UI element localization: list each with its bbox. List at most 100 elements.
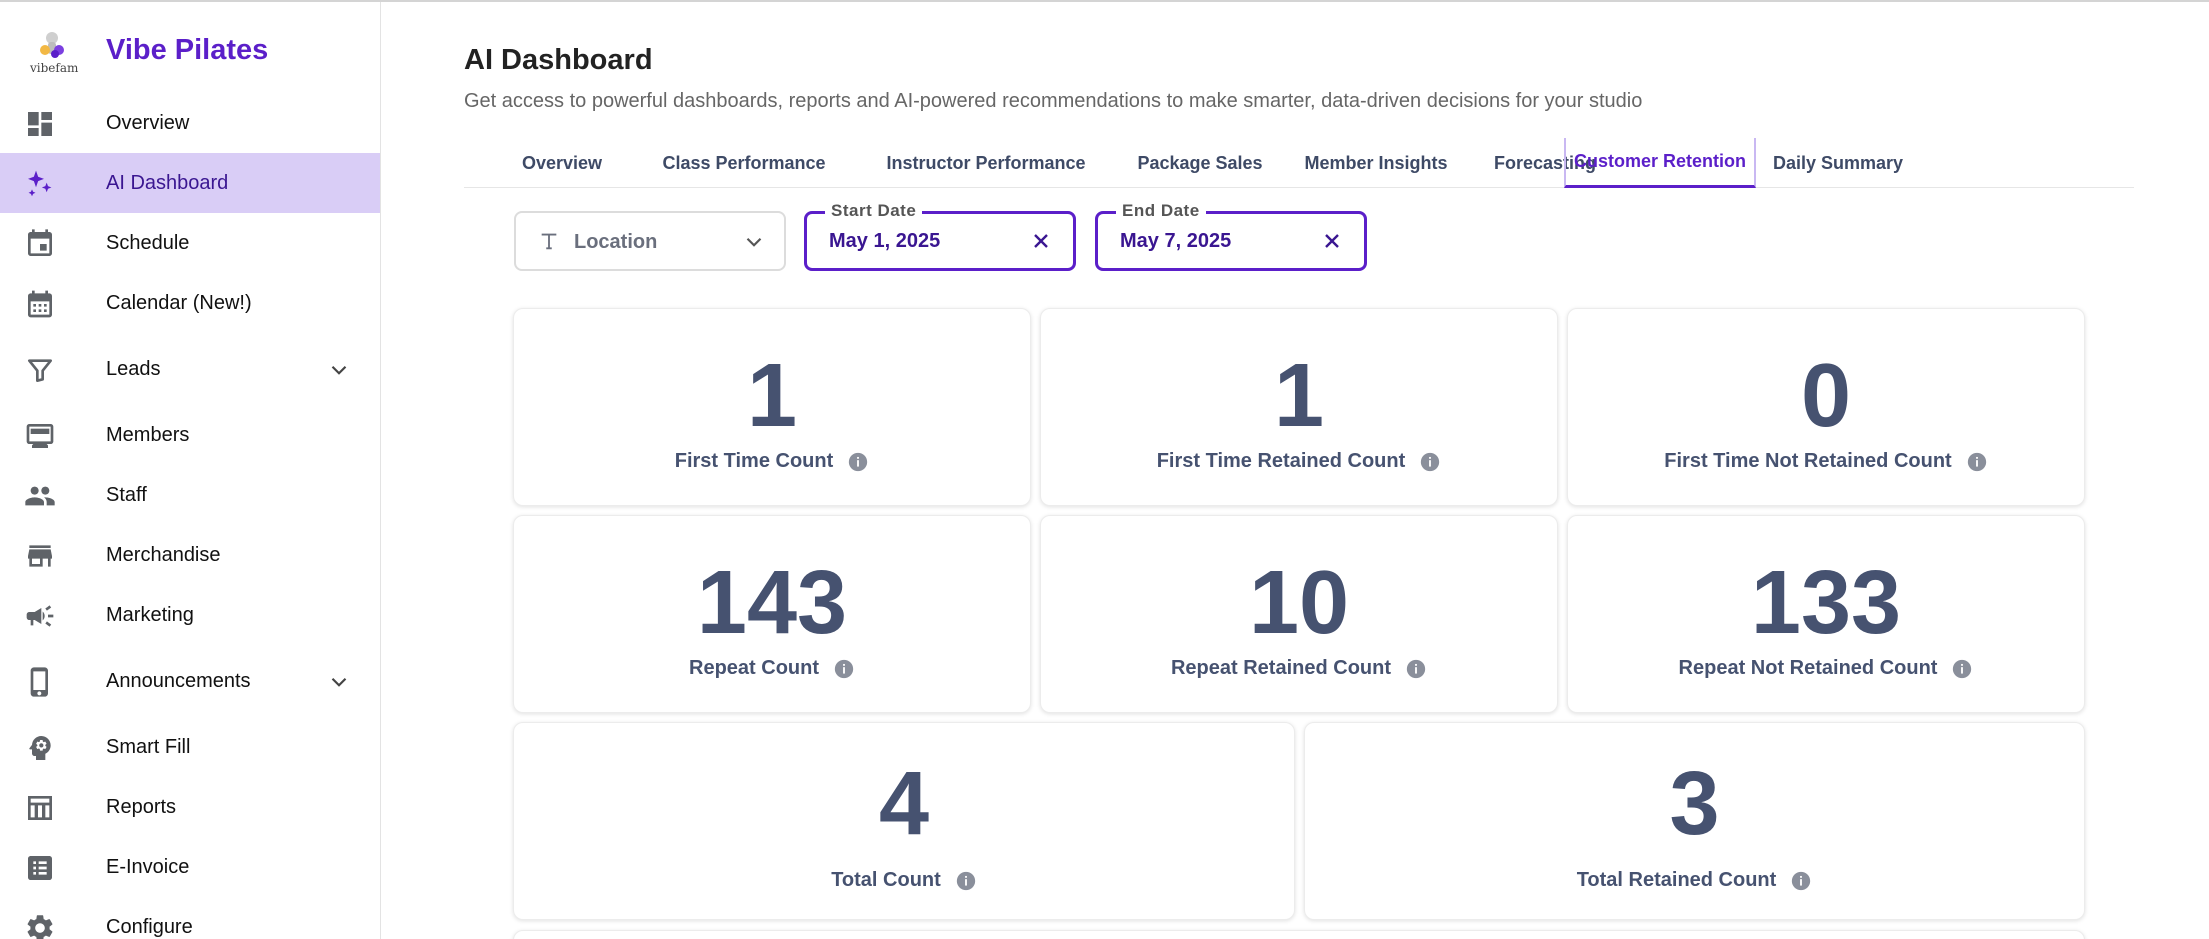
metric-value: 133 bbox=[1750, 553, 1902, 653]
calendar-event-icon bbox=[24, 228, 56, 260]
info-icon[interactable] bbox=[1405, 658, 1427, 680]
metric-card-first-time-retained-count: 1 First Time Retained Count bbox=[1040, 308, 1558, 506]
calendar-month-icon bbox=[24, 288, 56, 320]
sidebar-item-label: Announcements bbox=[106, 669, 251, 692]
sidebar-item-label: Configure bbox=[106, 915, 193, 938]
chevron-down-icon[interactable] bbox=[326, 357, 352, 383]
sidebar-item-leads[interactable]: Leads bbox=[0, 339, 380, 399]
sidebar-item-configure[interactable]: Configure bbox=[0, 897, 380, 939]
sidebar-item-e-invoice[interactable]: E-Invoice bbox=[0, 837, 380, 897]
text-type-icon bbox=[538, 230, 560, 252]
sidebar-item-smart-fill[interactable]: Smart Fill bbox=[0, 717, 380, 777]
brand-logo-text: vibefam bbox=[30, 61, 79, 75]
metric-value: 1 bbox=[746, 346, 798, 446]
people-icon bbox=[24, 480, 56, 512]
sidebar-item-label: Staff bbox=[106, 483, 147, 506]
metric-label: Total Count bbox=[514, 869, 1294, 892]
metric-card-first-time-count: 1 First Time Count bbox=[513, 308, 1031, 506]
sparkles-icon bbox=[24, 168, 56, 200]
tab-package-sales[interactable]: Package Sales bbox=[1128, 138, 1272, 188]
metric-label: Repeat Count bbox=[514, 657, 1030, 680]
location-select[interactable]: Location bbox=[514, 211, 786, 271]
sidebar-item-members[interactable]: Members bbox=[0, 405, 380, 465]
info-icon[interactable] bbox=[955, 870, 977, 892]
brand-name: Vibe Pilates bbox=[106, 34, 269, 66]
metric-label: Repeat Retained Count bbox=[1041, 657, 1557, 680]
tab-bar: Overview Class Performance Instructor Pe… bbox=[464, 138, 2134, 188]
metric-label-text: Total Retained Count bbox=[1576, 869, 1777, 891]
metric-card-repeat-count: 143 Repeat Count bbox=[513, 515, 1031, 713]
psychology-icon bbox=[24, 732, 56, 764]
tab-instructor-performance[interactable]: Instructor Performance bbox=[866, 138, 1106, 188]
sidebar-item-label: Members bbox=[106, 423, 190, 446]
metric-card-total-retained-count: 3 Total Retained Count bbox=[1304, 722, 2085, 920]
members-icon bbox=[24, 420, 56, 452]
sidebar-item-merchandise[interactable]: Merchandise bbox=[0, 525, 380, 585]
metric-card-first-time-not-retained-count: 0 First Time Not Retained Count bbox=[1567, 308, 2085, 506]
chevron-down-icon bbox=[741, 229, 767, 255]
sidebar-item-overview[interactable]: Overview bbox=[0, 93, 380, 153]
page-subtitle: Get access to powerful dashboards, repor… bbox=[464, 90, 1643, 112]
metric-value: 0 bbox=[1800, 346, 1852, 446]
sidebar-item-announcements[interactable]: Announcements bbox=[0, 651, 380, 711]
info-icon[interactable] bbox=[1966, 451, 1988, 473]
metric-label: Total Retained Count bbox=[1305, 869, 2084, 892]
tab-customer-retention[interactable]: Customer Retention bbox=[1564, 138, 1756, 188]
tab-member-insights[interactable]: Member Insights bbox=[1294, 138, 1458, 188]
main-content: AI Dashboard Get access to powerful dash… bbox=[381, 2, 2209, 939]
metric-card-total-count: 4 Total Count bbox=[513, 722, 1295, 920]
tab-overview[interactable]: Overview bbox=[504, 138, 620, 188]
end-date-label: End Date bbox=[1116, 201, 1206, 221]
clear-start-date-icon[interactable] bbox=[1029, 229, 1053, 253]
metric-label-text: Repeat Count bbox=[689, 657, 819, 679]
invoice-icon bbox=[24, 852, 56, 884]
info-icon[interactable] bbox=[1790, 870, 1812, 892]
gear-icon bbox=[24, 912, 56, 939]
chevron-down-icon[interactable] bbox=[326, 669, 352, 695]
info-icon[interactable] bbox=[1419, 451, 1441, 473]
info-icon[interactable] bbox=[847, 451, 869, 473]
sidebar: vibefam Vibe Pilates Overview AI Dashboa… bbox=[0, 2, 381, 939]
metric-value: 143 bbox=[696, 553, 848, 653]
dashboard-icon bbox=[24, 108, 56, 140]
sidebar-item-label: Marketing bbox=[106, 603, 194, 626]
sidebar-item-marketing[interactable]: Marketing bbox=[0, 585, 380, 645]
end-date-field[interactable]: End Date May 7, 2025 bbox=[1095, 201, 1367, 271]
clear-end-date-icon[interactable] bbox=[1320, 229, 1344, 253]
metric-value: 4 bbox=[878, 754, 930, 854]
metric-label: First Time Count bbox=[514, 450, 1030, 473]
sidebar-item-label: Calendar (New!) bbox=[106, 291, 252, 314]
metric-value: 3 bbox=[1669, 754, 1720, 854]
metric-label-text: Total Count bbox=[831, 869, 941, 891]
info-icon[interactable] bbox=[833, 658, 855, 680]
metric-label: First Time Retained Count bbox=[1041, 450, 1557, 473]
tab-class-performance[interactable]: Class Performance bbox=[644, 138, 844, 188]
table-icon bbox=[24, 792, 56, 824]
metric-value: 10 bbox=[1248, 553, 1350, 653]
megaphone-icon bbox=[24, 600, 56, 632]
sidebar-item-label: AI Dashboard bbox=[106, 171, 229, 194]
metric-label-text: First Time Retained Count bbox=[1156, 450, 1406, 472]
metric-card-partial bbox=[513, 930, 2085, 939]
tab-daily-summary[interactable]: Daily Summary bbox=[1762, 138, 1914, 188]
info-icon[interactable] bbox=[1951, 658, 1973, 680]
sidebar-item-label: Schedule bbox=[106, 231, 190, 254]
sidebar-item-schedule[interactable]: Schedule bbox=[0, 213, 380, 273]
brand[interactable]: vibefam Vibe Pilates bbox=[0, 26, 380, 78]
sidebar-item-ai-dashboard[interactable]: AI Dashboard bbox=[0, 153, 380, 213]
sidebar-item-label: Merchandise bbox=[106, 543, 221, 566]
sidebar-item-label: Smart Fill bbox=[106, 735, 191, 758]
start-date-value[interactable]: May 1, 2025 bbox=[829, 230, 1019, 253]
metric-card-repeat-not-retained-count: 133 Repeat Not Retained Count bbox=[1567, 515, 2085, 713]
store-icon bbox=[24, 540, 56, 572]
sidebar-item-label: Leads bbox=[106, 357, 161, 380]
sidebar-item-staff[interactable]: Staff bbox=[0, 465, 380, 525]
sidebar-item-label: E-Invoice bbox=[106, 855, 190, 878]
sidebar-item-calendar[interactable]: Calendar (New!) bbox=[0, 273, 380, 333]
phone-icon bbox=[24, 666, 56, 698]
end-date-value[interactable]: May 7, 2025 bbox=[1120, 230, 1310, 253]
sidebar-item-reports[interactable]: Reports bbox=[0, 777, 380, 837]
sidebar-item-label: Reports bbox=[106, 795, 177, 818]
start-date-field[interactable]: Start Date May 1, 2025 bbox=[804, 201, 1076, 271]
page-title: AI Dashboard bbox=[464, 44, 653, 76]
